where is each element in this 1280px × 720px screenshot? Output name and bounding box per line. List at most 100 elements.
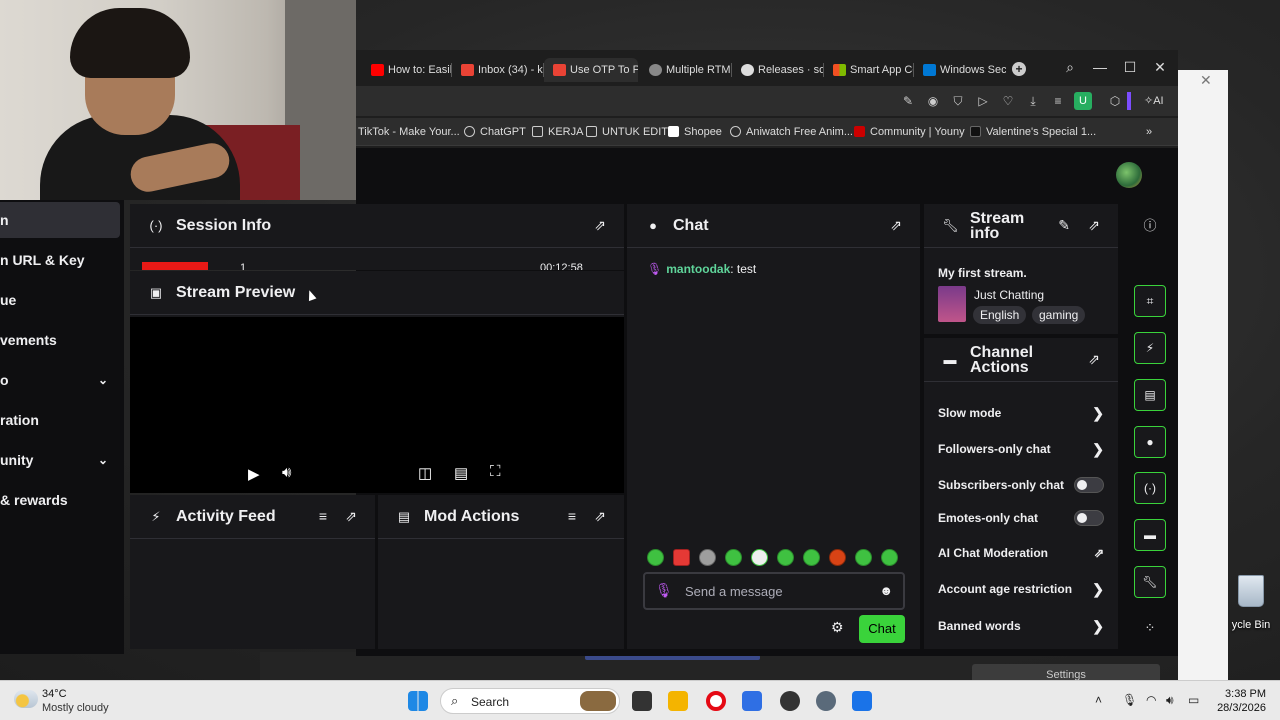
followers-only-row[interactable]: Followers-only chat ❯ — [938, 437, 1104, 461]
popout-icon[interactable]: ⇗ — [594, 508, 606, 525]
wifi-icon[interactable]: ◠ — [1146, 693, 1156, 707]
avatar[interactable] — [1116, 162, 1142, 188]
theater-mode-icon[interactable]: ▤ — [454, 464, 468, 482]
sidebar-item-moderation[interactable]: ration — [0, 402, 124, 438]
popout-icon[interactable]: ⇗ — [1088, 217, 1100, 234]
menu-icon[interactable]: ≡ — [1051, 94, 1065, 108]
emoji-icon[interactable]: ☻ — [879, 583, 893, 598]
popout-icon[interactable]: ⇗ — [594, 217, 606, 234]
emote-10[interactable] — [881, 549, 898, 566]
gear-icon[interactable]: ⚙ — [831, 619, 844, 636]
sidebar-item-community[interactable]: unity ⌄ — [0, 442, 124, 478]
defender-icon[interactable] — [852, 691, 872, 711]
banned-words-row[interactable]: Banned words ❯ — [938, 614, 1104, 638]
lightning-button[interactable]: ⚡︎ — [1134, 332, 1166, 364]
weather-condition[interactable]: Mostly cloudy — [42, 702, 109, 714]
recycle-bin[interactable]: ycle Bin — [1222, 575, 1280, 631]
info-icon[interactable]: ⓘ — [1134, 210, 1166, 242]
play-icon[interactable]: ▷ — [976, 94, 990, 108]
weather-icon[interactable] — [14, 690, 38, 708]
slow-mode-row[interactable]: Slow mode ❯ — [938, 401, 1104, 425]
camera-icon[interactable]: ◉ — [926, 94, 940, 108]
emote-2[interactable] — [673, 549, 690, 566]
mini-player-icon[interactable]: ◫ — [418, 464, 432, 482]
clock-time[interactable]: 3:38 PM — [1218, 688, 1266, 700]
tab-7[interactable]: Windows Secu — [914, 58, 1006, 82]
more-bookmarks-icon[interactable]: » — [1146, 126, 1152, 138]
bookmark-aniwatch[interactable]: Aniwatch Free Anim... — [730, 126, 853, 138]
video-player[interactable]: ▶ 🔊︎ ◫ ▤ ⛶ — [130, 317, 624, 493]
volume-icon[interactable]: 🔊︎ — [1166, 693, 1174, 708]
emote-3[interactable] — [699, 549, 716, 566]
channel-button[interactable]: ▬ — [1134, 519, 1166, 551]
popout-icon[interactable]: ⇗ — [890, 217, 902, 234]
sidebar-item-group[interactable]: o ⌄ — [0, 362, 124, 398]
chat-input[interactable]: 🎙︎ Send a message ☻ — [643, 572, 905, 610]
emote-6[interactable] — [777, 549, 794, 566]
task-view-icon[interactable] — [632, 691, 652, 711]
chat-username[interactable]: mantoodak — [666, 262, 730, 276]
tab-3[interactable]: Use OTP To Pr — [544, 58, 638, 82]
sidebar-item-rewards[interactable]: & rewards — [0, 482, 124, 518]
sidebar-item-queue[interactable]: ue — [0, 282, 124, 318]
chat-bubble-button[interactable]: ● — [1134, 426, 1166, 458]
cube-icon[interactable]: ⬡ — [1108, 94, 1122, 108]
bookmark-tiktok[interactable]: TikTok - Make Your... — [358, 126, 460, 138]
battery-icon[interactable]: ▭ — [1188, 693, 1199, 707]
filter-icon[interactable]: ≡ — [319, 508, 327, 524]
tab-1[interactable]: How to: Easily — [362, 58, 452, 82]
new-tab-button[interactable]: + — [1012, 62, 1026, 76]
emote-7[interactable] — [803, 549, 820, 566]
volume-icon[interactable]: 🔊︎ — [282, 464, 291, 481]
wrench-button[interactable]: 🔧︎ — [1134, 566, 1166, 598]
file-explorer-icon[interactable] — [668, 691, 688, 711]
emote-8[interactable] — [829, 549, 846, 566]
emote-9[interactable] — [855, 549, 872, 566]
bookmark-kerja[interactable]: KERJA — [532, 126, 583, 138]
broadcast-button[interactable]: (·) — [1134, 472, 1166, 504]
heart-icon[interactable]: ♡ — [1001, 94, 1015, 108]
tag-english[interactable]: English — [973, 306, 1027, 324]
chat-send-button[interactable]: Chat — [859, 615, 905, 643]
bookmark-shopee[interactable]: Shopee — [668, 126, 722, 138]
bookmark-valentine[interactable]: Valentine's Special 1... — [970, 126, 1096, 138]
subscribers-only-toggle[interactable] — [1074, 477, 1104, 493]
sidebar-item-achievements[interactable]: vements — [0, 322, 124, 358]
chevron-up-icon[interactable]: ˄ — [1095, 693, 1102, 707]
shield-icon[interactable]: ⛉ — [951, 94, 965, 108]
tab-4[interactable]: Multiple RTMP — [640, 58, 732, 82]
opera-icon[interactable] — [706, 691, 726, 711]
clock-date[interactable]: 28/3/2026 — [1208, 702, 1266, 714]
bookmark-untuk-edit[interactable]: UNTUK EDIT — [586, 126, 668, 138]
mic-icon[interactable]: 🎙︎ — [655, 582, 673, 599]
ai-button[interactable]: ✧AI — [1144, 94, 1164, 107]
extensions-icon[interactable]: ⁘ — [1134, 612, 1166, 644]
pencil-icon[interactable]: ✎ — [1058, 217, 1070, 234]
play-icon[interactable]: ▶ — [248, 465, 260, 483]
edit-icon[interactable]: ✎ — [901, 94, 915, 108]
filter-icon[interactable]: ≡ — [568, 508, 576, 524]
sidebar-item-stream-url[interactable]: n URL & Key — [0, 242, 124, 278]
weather-temp[interactable]: 34°C — [42, 688, 67, 700]
tab-2[interactable]: Inbox (34) - ke — [452, 58, 544, 82]
emote-4[interactable] — [725, 549, 742, 566]
bookmark-chatgpt[interactable]: ChatGPT — [464, 126, 526, 138]
tab-6[interactable]: Smart App Co — [824, 58, 914, 82]
extension-badge[interactable]: U — [1074, 92, 1092, 110]
popout-icon[interactable]: ⇗ — [1088, 351, 1100, 368]
download-icon[interactable]: ⤓ — [1026, 94, 1040, 108]
fullscreen-icon[interactable]: ⛶ — [490, 463, 501, 480]
popout-icon[interactable]: ⇗ — [345, 508, 357, 525]
account-age-row[interactable]: Account age restriction ❯ — [938, 577, 1104, 601]
minimize-button[interactable]: — — [1088, 59, 1112, 75]
tag-gaming[interactable]: gaming — [1032, 306, 1086, 324]
emotes-only-toggle[interactable] — [1074, 510, 1104, 526]
settings-gear-icon[interactable] — [816, 691, 836, 711]
close-window-button[interactable]: ✕ — [1148, 59, 1172, 76]
emote-5[interactable] — [751, 549, 768, 566]
obs-icon[interactable] — [780, 691, 800, 711]
microphone-icon[interactable]: 🎙︎ — [1122, 693, 1137, 707]
close-icon[interactable]: ✕ — [1200, 72, 1212, 89]
clip-button[interactable]: ⌗ — [1134, 285, 1166, 317]
tab-5[interactable]: Releases · sora — [732, 58, 824, 82]
